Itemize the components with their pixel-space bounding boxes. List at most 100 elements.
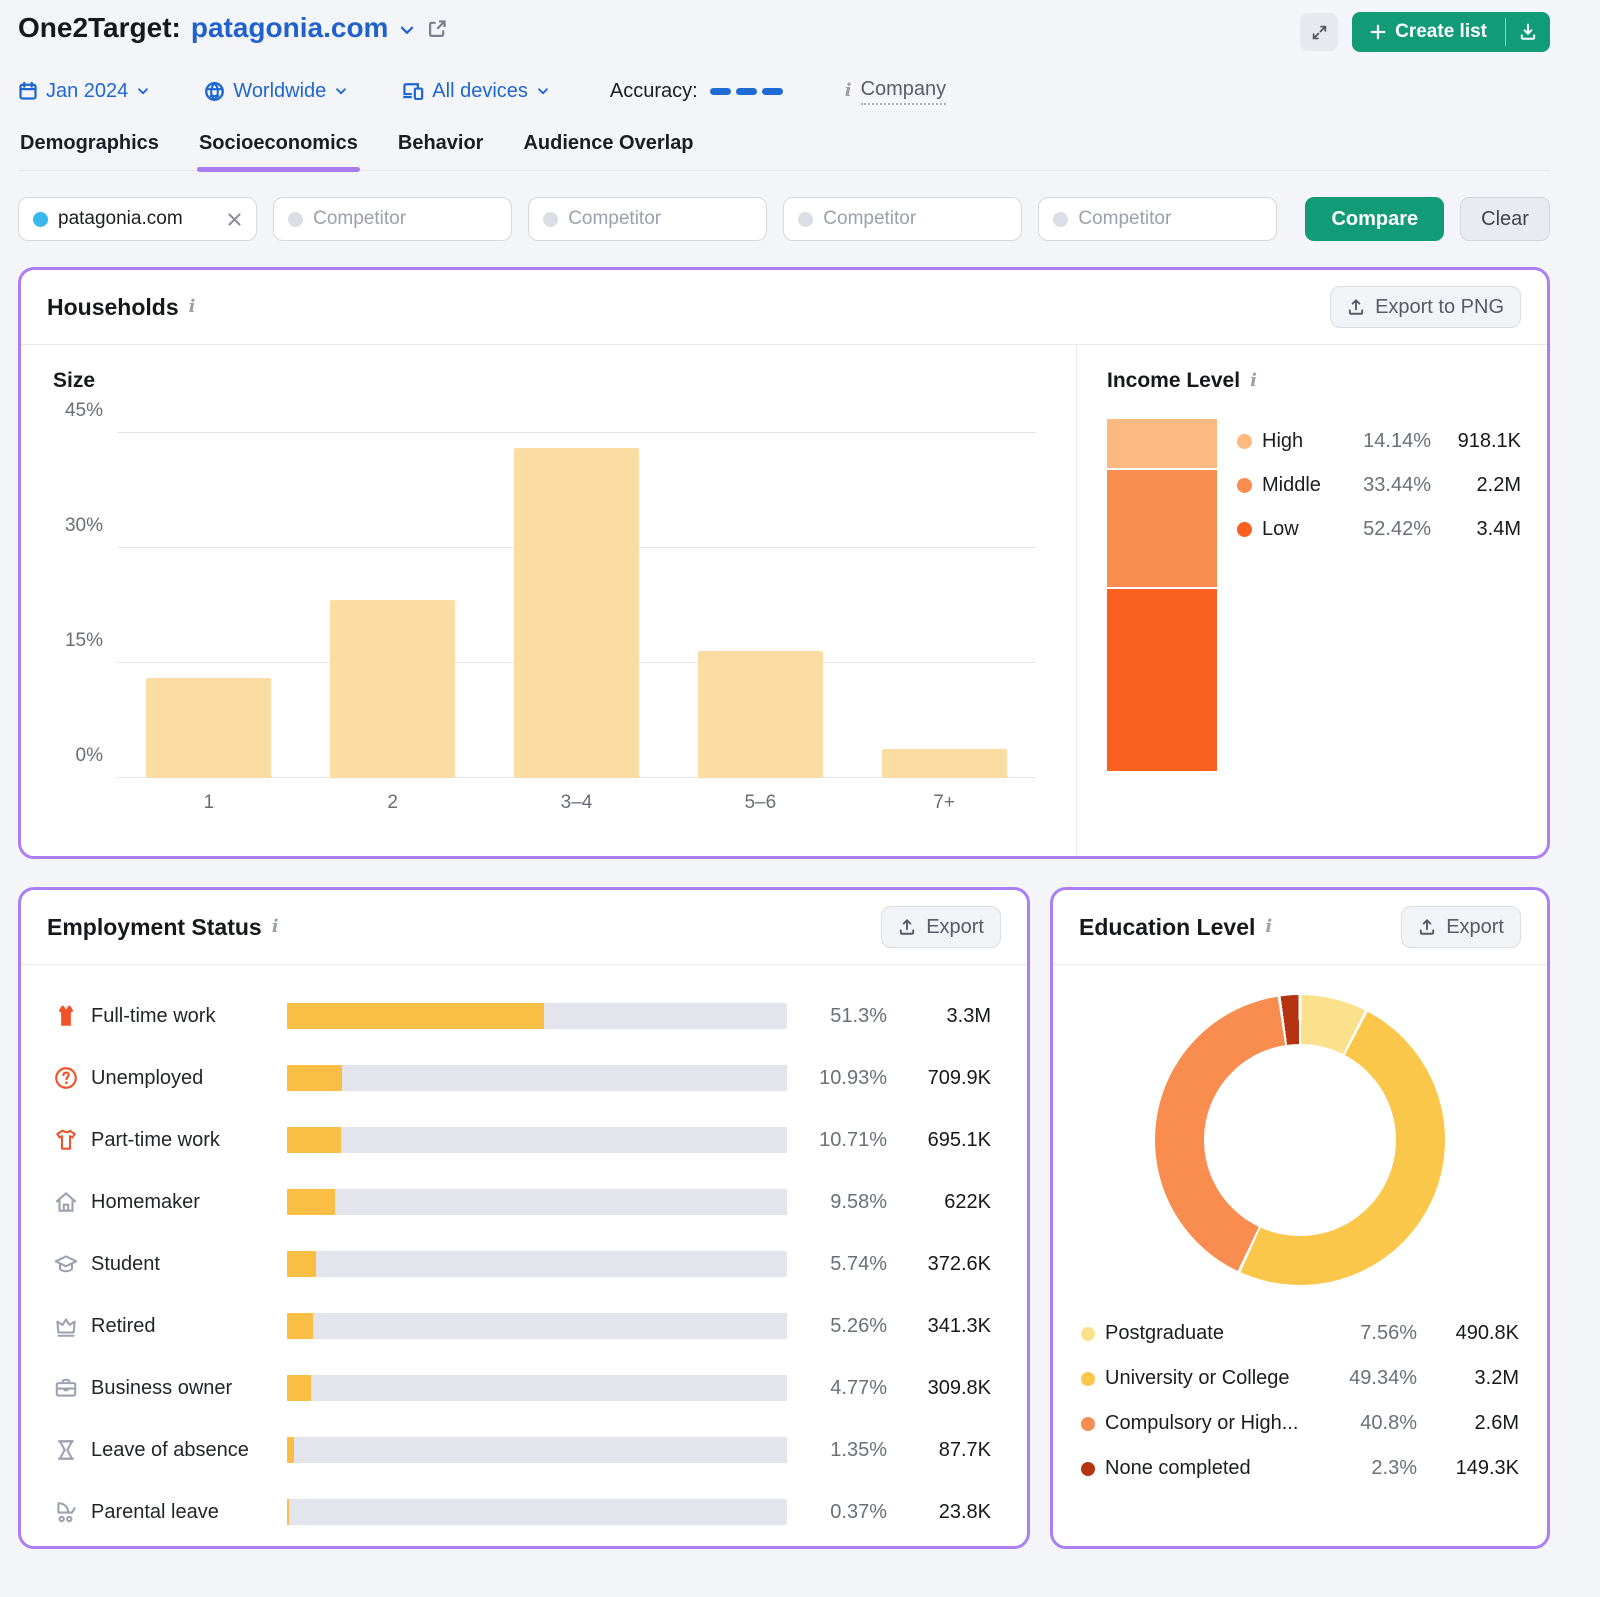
employment-percent: 9.58% (799, 1191, 887, 1214)
employment-bar-fill (287, 1065, 342, 1091)
chevron-down-icon[interactable] (398, 21, 416, 39)
size-chart-plot: 45%30%15%0% (117, 433, 1036, 778)
employment-label: Full-time work (91, 1005, 275, 1028)
company-link[interactable]: i Company (845, 78, 946, 105)
employment-label: Parental leave (91, 1501, 275, 1524)
compare-button[interactable]: Compare (1305, 197, 1444, 241)
competitor-dot (288, 212, 303, 227)
legend-dot (1237, 478, 1252, 493)
bar-slot (117, 433, 301, 778)
expand-button[interactable] (1300, 13, 1338, 51)
employment-header: Employment Status i Export (21, 890, 1027, 965)
income-legend: High14.14%918.1KMiddle33.44%2.2MLow52.42… (1237, 419, 1521, 771)
employment-bar-fill (287, 1375, 311, 1401)
employment-row: Leave of absence1.35%87.7K (53, 1419, 991, 1481)
location-selector[interactable]: Worldwide (204, 80, 348, 103)
clear-button[interactable]: Clear (1460, 197, 1550, 241)
date-selector[interactable]: Jan 2024 (18, 80, 150, 103)
employment-value: 372.6K (899, 1253, 991, 1276)
devices-selector[interactable]: All devices (402, 80, 550, 103)
active-tab-underline (197, 167, 360, 172)
tab-demographics[interactable]: Demographics (18, 132, 161, 170)
households-title: Households (47, 294, 179, 321)
tab-label: Audience Overlap (523, 132, 693, 154)
size-bar-5–6 (698, 651, 823, 778)
income-segment-low (1107, 587, 1217, 771)
legend-dot (1081, 1327, 1095, 1341)
employment-bar-fill (287, 1499, 289, 1525)
legend-percent: 7.56% (1333, 1322, 1417, 1345)
employment-bar-track (287, 1127, 787, 1153)
employment-bar-fill (287, 1437, 294, 1463)
hourglass-icon (53, 1437, 79, 1463)
household-size-section: Size 45%30%15%0% 123–45–67+ (21, 345, 1076, 859)
legend-dot (1237, 522, 1252, 537)
education-legend-row: University or College49.34%3.2M (1081, 1356, 1519, 1401)
employment-percent: 1.35% (799, 1439, 887, 1462)
income-legend-row: High14.14%918.1K (1237, 419, 1521, 463)
company-label: Company (861, 78, 947, 105)
close-icon[interactable] (227, 212, 242, 227)
employment-value: 87.7K (899, 1439, 991, 1462)
legend-dot (1081, 1462, 1095, 1476)
chevron-down-icon (536, 84, 550, 98)
employment-export-label: Export (926, 916, 984, 939)
tab-audience-overlap[interactable]: Audience Overlap (521, 132, 695, 170)
tab-label: Demographics (20, 132, 159, 154)
legend-label: High (1262, 430, 1329, 453)
competitor-input-4[interactable]: Competitor (1038, 197, 1277, 241)
main-domain-chip[interactable]: patagonia.com (18, 197, 257, 241)
plus-icon (1370, 24, 1386, 40)
download-icon[interactable] (1506, 12, 1550, 52)
accuracy-label: Accuracy: (610, 80, 698, 103)
income-level-section: Income Level i High14.14%918.1KMiddle33.… (1077, 345, 1547, 859)
accuracy-meter (710, 88, 783, 95)
bar-slot (301, 433, 485, 778)
tab-behavior[interactable]: Behavior (396, 132, 486, 170)
export-png-label: Export to PNG (1375, 296, 1504, 319)
upload-icon (898, 918, 916, 936)
employment-value: 309.8K (899, 1377, 991, 1400)
income-legend-row: Low52.42%3.4M (1237, 507, 1521, 551)
domain-name[interactable]: patagonia.com (191, 12, 389, 44)
tab-socioeconomics[interactable]: Socioeconomics (197, 132, 360, 170)
location-value: Worldwide (233, 80, 326, 103)
domain-dot (33, 212, 48, 227)
employment-bar-track (287, 1065, 787, 1091)
create-list-button[interactable]: Create list (1352, 12, 1550, 52)
competitor-input-2[interactable]: Competitor (528, 197, 767, 241)
info-icon[interactable]: i (189, 298, 196, 316)
chevron-down-icon (136, 84, 150, 98)
legend-value: 490.8K (1427, 1322, 1519, 1345)
legend-percent: 2.3% (1333, 1457, 1417, 1480)
legend-dot (1081, 1417, 1095, 1431)
competitor-input-1[interactable]: Competitor (273, 197, 512, 241)
competitor-dot (543, 212, 558, 227)
employment-percent: 10.71% (799, 1129, 887, 1152)
export-png-button[interactable]: Export to PNG (1330, 286, 1521, 328)
size-chart-title: Size (53, 369, 1036, 393)
calendar-icon (18, 81, 38, 101)
page: One2Target: patagonia.com Create list Ja… (0, 0, 1600, 1549)
info-icon[interactable]: i (1265, 918, 1272, 936)
legend-dot (1237, 434, 1252, 449)
employment-export-button[interactable]: Export (881, 906, 1001, 948)
households-card: Households i Export to PNG Size 45%30%15… (18, 267, 1550, 859)
education-legend: Postgraduate7.56%490.8KUniversity or Col… (1053, 1285, 1547, 1491)
competitor-dot (1053, 212, 1068, 227)
bar-slot (668, 433, 852, 778)
employment-value: 23.8K (899, 1501, 991, 1524)
household-size-chart: 45%30%15%0% 123–45–67+ (53, 433, 1036, 814)
info-icon[interactable]: i (272, 918, 279, 936)
competitor-placeholder: Competitor (1078, 208, 1262, 230)
info-icon[interactable]: i (1250, 372, 1257, 390)
employment-bar-track (287, 1003, 787, 1029)
employment-row: Part-time work10.71%695.1K (53, 1109, 991, 1171)
legend-percent: 14.14% (1339, 430, 1431, 453)
education-export-button[interactable]: Export (1401, 906, 1521, 948)
upload-icon (1418, 918, 1436, 936)
stroller-icon (53, 1499, 79, 1525)
external-link-icon[interactable] (426, 18, 448, 40)
competitor-input-3[interactable]: Competitor (783, 197, 1022, 241)
x-tick-label: 1 (117, 792, 301, 814)
